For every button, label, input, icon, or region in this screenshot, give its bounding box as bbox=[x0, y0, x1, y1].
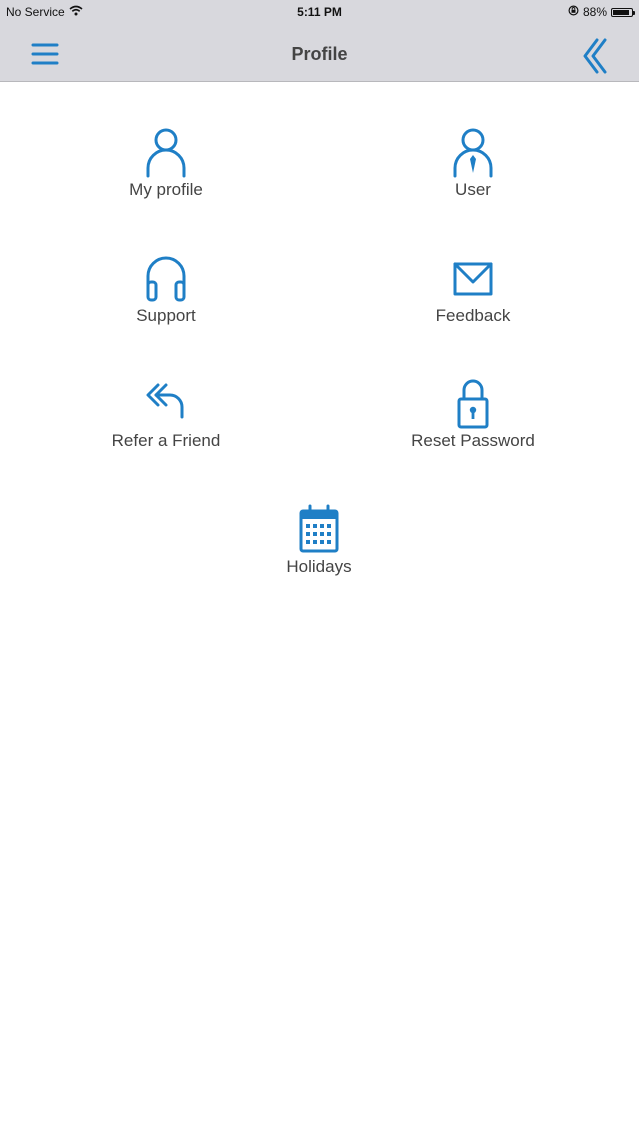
envelope-icon bbox=[451, 252, 495, 304]
menu-item-feedback[interactable]: Feedback bbox=[373, 252, 573, 352]
menu-item-label: User bbox=[455, 180, 491, 199]
battery-icon bbox=[611, 7, 635, 17]
menu-item-label: My profile bbox=[129, 180, 203, 199]
headphones-icon bbox=[144, 252, 188, 304]
navigation-bar: Profile bbox=[0, 26, 639, 82]
menu-item-label: Refer a Friend bbox=[111, 431, 221, 450]
menu-item-my-profile[interactable]: My profile bbox=[66, 126, 266, 226]
lock-icon bbox=[451, 377, 495, 429]
rotation-lock-icon bbox=[568, 5, 579, 19]
double-chevron-left-icon bbox=[583, 38, 607, 74]
menu-item-user[interactable]: User bbox=[373, 126, 573, 226]
menu-item-refer-a-friend[interactable]: Refer a Friend bbox=[66, 377, 266, 477]
back-button[interactable] bbox=[575, 38, 615, 74]
menu-item-label: Reset Password bbox=[411, 431, 535, 450]
menu-item-label: Holidays bbox=[286, 557, 352, 576]
person-icon bbox=[144, 126, 188, 178]
status-bar: No Service 5:11 PM 88% bbox=[0, 0, 639, 26]
menu-item-holidays[interactable]: Holidays bbox=[219, 503, 419, 603]
battery-percent: 88% bbox=[582, 5, 607, 19]
person-tie-icon bbox=[451, 126, 495, 178]
menu-item-support[interactable]: Support bbox=[66, 252, 266, 352]
page-title: Profile bbox=[291, 44, 348, 64]
status-time: 5:11 PM bbox=[297, 5, 342, 19]
calendar-icon bbox=[297, 503, 341, 555]
status-right: 88% bbox=[568, 5, 635, 19]
menu-item-reset-password[interactable]: Reset Password bbox=[373, 377, 573, 477]
menu-item-label: Feedback bbox=[435, 306, 511, 325]
battery-level bbox=[613, 9, 629, 15]
menu-item-label: Support bbox=[136, 306, 196, 325]
reply-all-icon bbox=[144, 377, 188, 429]
